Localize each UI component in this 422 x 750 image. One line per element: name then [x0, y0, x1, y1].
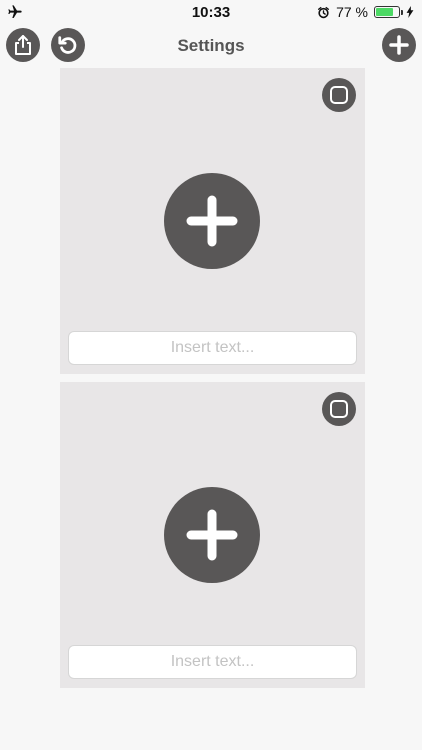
image-card: [60, 382, 365, 688]
image-card: [60, 68, 365, 374]
battery-fill: [376, 8, 393, 16]
nav-bar: Settings: [0, 24, 422, 66]
status-time: 10:33: [191, 4, 231, 21]
card-text-input[interactable]: [68, 331, 357, 365]
plus-icon: [186, 509, 238, 561]
status-bar: 10:33 77 %: [0, 0, 422, 24]
card-select-toggle[interactable]: [322, 78, 356, 112]
add-button[interactable]: [382, 28, 416, 62]
add-image-button[interactable]: [164, 487, 260, 583]
page-title: Settings: [177, 36, 245, 55]
card-text-input[interactable]: [68, 645, 357, 679]
battery-icon: [374, 6, 403, 18]
checkbox-icon: [330, 400, 348, 418]
plus-icon: [186, 195, 238, 247]
screen: 10:33 77 % Settings Insert text... Inser…: [0, 0, 422, 750]
checkbox-icon: [330, 86, 348, 104]
card-select-toggle[interactable]: [322, 392, 356, 426]
plus-icon: [389, 35, 409, 55]
add-image-button[interactable]: [164, 173, 260, 269]
